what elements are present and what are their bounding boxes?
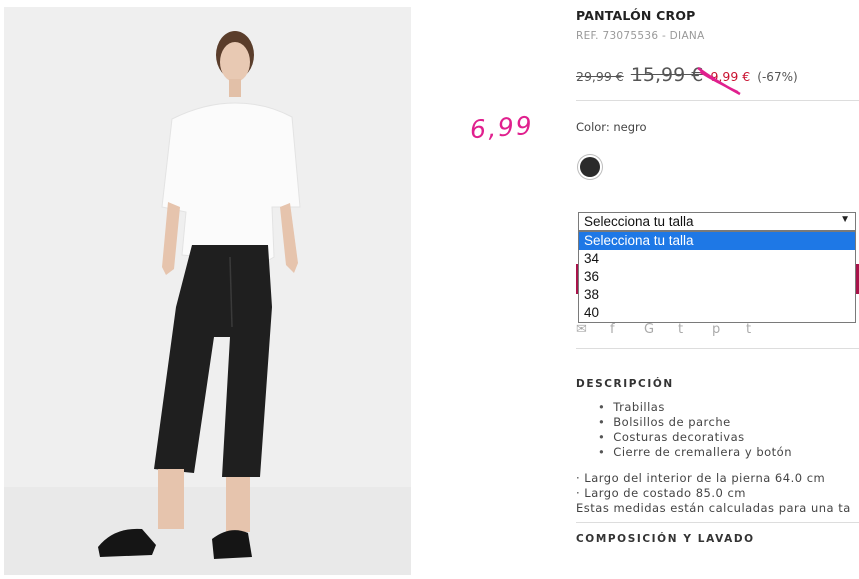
handwritten-price-annotation: 6,99	[469, 110, 535, 145]
description-bullets: Trabillas Bolsillos de parche Costuras d…	[598, 400, 792, 460]
divider	[576, 348, 859, 349]
price-previous: 15,99 €	[630, 64, 704, 86]
tumblr-icon[interactable]: t	[746, 322, 758, 337]
measurement-note: Estas medidas están calculadas para una …	[576, 501, 851, 515]
divider	[576, 100, 859, 101]
list-item: Cierre de cremallera y botón	[598, 445, 792, 460]
google-plus-icon[interactable]: G	[644, 322, 656, 337]
composition-heading[interactable]: COMPOSICIÓN Y LAVADO	[576, 533, 755, 545]
size-select-value: Selecciona tu talla	[584, 214, 694, 229]
measurements: · Largo del interior de la pierna 64.0 c…	[576, 471, 851, 516]
pinterest-icon[interactable]: p	[712, 322, 724, 337]
divider	[576, 522, 859, 523]
size-select[interactable]: Selecciona tu talla ▼	[578, 212, 856, 231]
measurement-line: · Largo de costado 85.0 cm	[576, 486, 746, 500]
product-title: PANTALÓN CROP	[576, 8, 696, 23]
list-item: Trabillas	[598, 400, 792, 415]
list-item: Bolsillos de parche	[598, 415, 792, 430]
size-options-list: Selecciona tu talla 34 36 38 40	[578, 231, 856, 323]
size-option-34[interactable]: 34	[579, 250, 855, 268]
model-illustration	[4, 31, 411, 575]
measurement-line: · Largo del interior de la pierna 64.0 c…	[576, 471, 826, 485]
product-reference: REF. 73075536 - DIANA	[576, 30, 705, 42]
mail-icon[interactable]: ✉	[576, 322, 588, 337]
price-block: 29,99 € 15,99 € 9,99 € (-67%)	[576, 64, 798, 92]
color-swatch-negro[interactable]	[580, 157, 600, 177]
chevron-down-icon: ▼	[840, 214, 850, 225]
product-image[interactable]	[4, 7, 411, 575]
facebook-icon[interactable]: f	[610, 322, 622, 337]
price-original: 29,99 €	[576, 69, 624, 84]
size-option-40[interactable]: 40	[579, 304, 855, 322]
discount-badge: (-67%)	[757, 70, 798, 84]
size-option-36[interactable]: 36	[579, 268, 855, 286]
size-option-38[interactable]: 38	[579, 286, 855, 304]
color-label: Color: negro	[576, 120, 647, 134]
list-item: Costuras decorativas	[598, 430, 792, 445]
twitter-icon[interactable]: t	[678, 322, 690, 337]
handwritten-strike-mark	[697, 66, 741, 96]
size-option-placeholder[interactable]: Selecciona tu talla	[579, 232, 855, 250]
description-heading[interactable]: DESCRIPCIÓN	[576, 378, 674, 390]
